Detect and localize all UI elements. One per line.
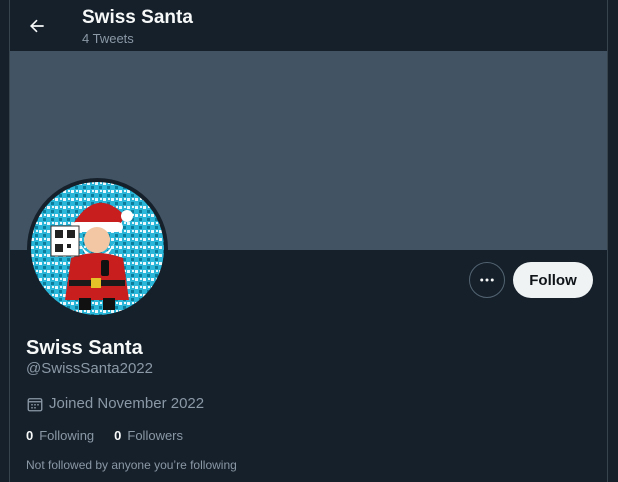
tweet-count: 4 Tweets <box>82 31 134 46</box>
calendar-icon <box>27 398 43 412</box>
followers-label: Followers <box>127 428 184 443</box>
more-button[interactable] <box>469 262 505 298</box>
not-followed-notice: Not followed by anyone you’re following <box>26 458 237 472</box>
profile-handle: @SwissSanta2022 <box>26 360 153 377</box>
followers-link[interactable]: 0 Followers <box>114 428 183 444</box>
followers-count: 0 <box>114 428 122 443</box>
avatar-image <box>31 182 164 315</box>
more-horizontal-icon <box>480 278 494 282</box>
joined-text: Joined November 2022 <box>49 395 205 412</box>
profile-name: Swiss Santa <box>26 337 143 359</box>
joined-date: Joined November 2022 <box>26 395 204 413</box>
arrow-left-icon <box>30 19 44 33</box>
top-bar: Swiss Santa 4 Tweets <box>10 0 607 51</box>
back-button[interactable] <box>20 9 54 43</box>
avatar[interactable] <box>27 178 168 319</box>
page-title: Swiss Santa <box>82 7 193 28</box>
following-label: Following <box>39 428 95 443</box>
following-count: 0 <box>26 428 34 443</box>
follow-button[interactable]: Follow <box>513 262 593 298</box>
profile-column: Swiss Santa 4 Tweets Follow Swiss Santa … <box>9 0 608 482</box>
following-link[interactable]: 0 Following <box>26 428 94 444</box>
follow-stats: 0 Following 0 Followers <box>26 428 183 444</box>
